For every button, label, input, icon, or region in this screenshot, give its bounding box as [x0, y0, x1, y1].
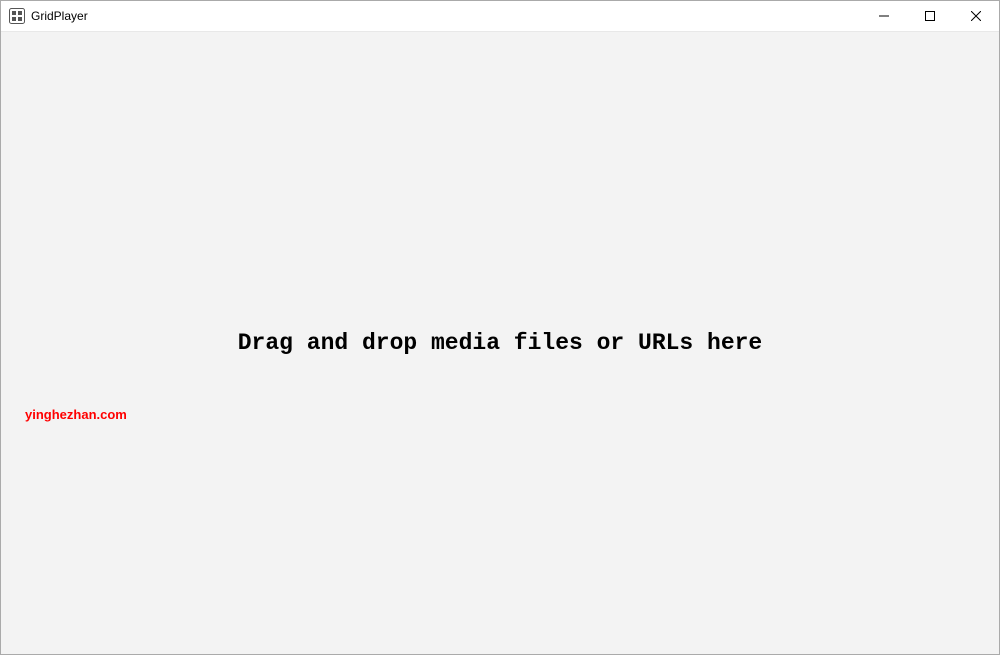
minimize-icon	[879, 9, 889, 24]
minimize-button[interactable]	[861, 1, 907, 31]
app-window: GridPlayer	[0, 0, 1000, 655]
maximize-icon	[925, 9, 935, 24]
drop-zone[interactable]: Drag and drop media files or URLs here y…	[1, 32, 999, 654]
close-icon	[971, 9, 981, 24]
app-grid-icon	[9, 8, 25, 24]
titlebar[interactable]: GridPlayer	[1, 1, 999, 32]
drop-message: Drag and drop media files or URLs here	[238, 330, 763, 356]
close-button[interactable]	[953, 1, 999, 31]
maximize-button[interactable]	[907, 1, 953, 31]
window-controls	[861, 1, 999, 31]
window-title: GridPlayer	[31, 9, 88, 23]
title-left: GridPlayer	[1, 8, 861, 24]
watermark-text: yinghezhan.com	[25, 407, 127, 422]
